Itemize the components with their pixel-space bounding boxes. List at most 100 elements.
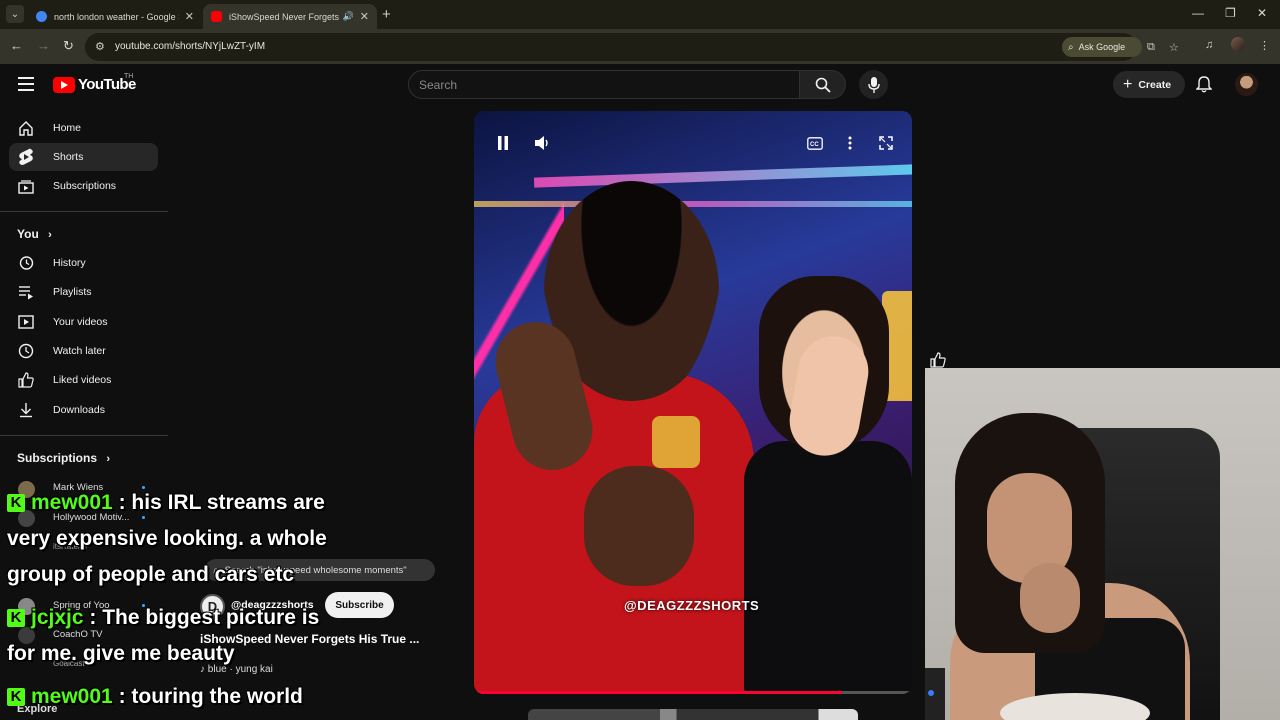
close-tab-icon[interactable]: ✕ (185, 10, 194, 23)
lens-icon: ⌕ (1068, 41, 1074, 53)
sidebar-item-label: Playlists (53, 286, 92, 298)
notifications-icon[interactable] (1195, 76, 1213, 98)
liked-videos-icon (17, 371, 35, 389)
svg-text:CC: CC (810, 142, 819, 148)
captions-button[interactable]: CC (801, 131, 829, 155)
sidebar-item-label: Liked videos (53, 374, 112, 386)
search-button[interactable] (800, 70, 846, 99)
tab-search-button[interactable]: ⌄ (6, 5, 24, 23)
browser-profile-avatar[interactable] (1231, 37, 1245, 51)
new-tab-icon[interactable]: + (382, 6, 391, 23)
kick-icon: K (7, 494, 25, 512)
chevron-right-icon: › (48, 229, 52, 241)
chevron-right-icon: › (106, 453, 111, 465)
sidebar-item-shorts[interactable]: Shorts (9, 143, 158, 171)
you-heading-label: You (17, 227, 39, 241)
chat-username: mew001 (31, 685, 113, 708)
subscribe-label: Subscribe (335, 599, 384, 611)
sidebar-divider (0, 435, 168, 436)
create-button[interactable]: + Create (1113, 71, 1185, 98)
install-app-icon[interactable]: ⧉ (1147, 41, 1155, 54)
browser-tab-active[interactable]: iShowSpeed Never Forgets His True ... 🔊 … (203, 4, 377, 29)
tab-title: iShowSpeed Never Forgets His True ... (229, 11, 339, 22)
volume-button[interactable] (528, 131, 556, 155)
forward-icon[interactable]: → (37, 38, 50, 53)
video-progress-bar[interactable] (474, 691, 912, 694)
tab-title: north london weather - Google Search (54, 11, 179, 22)
sidebar-item-home[interactable]: Home (9, 114, 158, 142)
url-text: youtube.com/shorts/NYjLwZT-yIM (115, 41, 266, 52)
youtube-play-icon (53, 76, 75, 93)
sidebar-item-your-videos[interactable]: Your videos (9, 308, 158, 336)
more-options-button[interactable] (836, 131, 864, 155)
video-person-shirt (744, 441, 912, 694)
video-person-hand (584, 466, 694, 586)
browser-toolbar: ← → ↻ ⚙ youtube.com/shorts/NYjLwZT-yIM ⌕… (0, 29, 1280, 64)
video-neon-light (474, 201, 912, 207)
chat-text: : The biggest picture is (89, 606, 320, 629)
sidebar-item-playlists[interactable]: Playlists (9, 278, 158, 306)
browser-tab-strip: ⌄ north london weather - Google Search ✕… (0, 0, 1280, 29)
subscriptions-icon (17, 177, 35, 195)
chat-message: Kjcjxjc : The biggest picture is for me.… (7, 600, 319, 672)
sidebar-item-label: Your videos (53, 316, 108, 328)
sidebar-item-subscriptions[interactable]: Subscriptions (9, 172, 158, 200)
subscribe-button[interactable]: Subscribe (325, 592, 394, 618)
ask-google-button[interactable]: ⌕ Ask Google (1062, 37, 1142, 57)
chat-text: : his IRL streams are (118, 491, 325, 514)
subscriptions-heading-label: Subscriptions (17, 451, 98, 465)
screen: ⌄ north london weather - Google Search ✕… (0, 0, 1280, 720)
plus-icon: + (1123, 75, 1133, 93)
webcam-person-arm (1020, 563, 1080, 633)
fullscreen-icon (879, 136, 893, 150)
video-club-crest (652, 416, 700, 468)
watch-later-icon (17, 342, 35, 360)
close-window-icon[interactable]: ✕ (1257, 6, 1267, 20)
chat-text: very expensive looking. a whole (7, 527, 327, 550)
pause-icon (498, 136, 508, 150)
create-label: Create (1138, 78, 1172, 91)
fullscreen-button[interactable] (872, 131, 900, 155)
bookmark-star-icon[interactable]: ☆ (1169, 41, 1179, 54)
search-icon (815, 77, 831, 93)
subscriptions-section-heading[interactable]: Subscriptions › (17, 451, 110, 465)
site-info-icon[interactable]: ⚙ (95, 40, 105, 53)
microphone-icon (867, 76, 880, 93)
sidebar-item-history[interactable]: History (9, 249, 158, 277)
address-bar[interactable]: ⚙ youtube.com/shorts/NYjLwZT-yIM ⌕ Ask G… (85, 33, 1179, 61)
media-controls-icon[interactable]: ♫ (1205, 39, 1213, 51)
back-icon[interactable]: ← (10, 38, 23, 53)
browser-tab[interactable]: north london weather - Google Search ✕ (28, 4, 202, 29)
pause-button[interactable] (489, 131, 517, 155)
ask-google-label: Ask Google (1078, 42, 1126, 52)
restore-icon[interactable]: ❐ (1225, 6, 1236, 20)
shorts-icon (17, 148, 35, 166)
chat-username: jcjxjc (31, 606, 84, 629)
close-tab-icon[interactable]: ✕ (360, 10, 369, 23)
sidebar-item-liked-videos[interactable]: Liked videos (9, 366, 158, 394)
guide-menu-icon[interactable] (18, 77, 34, 91)
chat-message: Kmew001 : his IRL streams are very expen… (7, 485, 327, 593)
sidebar-item-downloads[interactable]: Downloads (9, 396, 158, 424)
account-avatar[interactable] (1235, 73, 1258, 96)
next-short-preview[interactable] (528, 709, 858, 720)
voice-search-button[interactable] (859, 70, 888, 99)
playlists-icon (17, 283, 35, 301)
history-icon (17, 254, 35, 272)
tab-audio-icon[interactable]: 🔊 (343, 11, 354, 22)
webcam-mic-light (928, 690, 934, 696)
reload-icon[interactable]: ↻ (63, 38, 74, 54)
you-section-heading[interactable]: You › (17, 227, 52, 241)
kick-icon: K (7, 609, 25, 627)
sidebar-item-label: Watch later (53, 345, 106, 357)
minimize-icon[interactable]: — (1192, 6, 1204, 20)
browser-menu-icon[interactable]: ⋮ (1259, 39, 1270, 52)
google-favicon-icon (36, 11, 47, 22)
chat-text: : touring the world (118, 685, 303, 708)
search-input[interactable]: Search (408, 70, 800, 99)
chat-text: for me. give me beauty (7, 642, 235, 665)
sidebar-item-watch-later[interactable]: Watch later (9, 337, 158, 365)
shorts-video-player[interactable]: @DEAGZZZSHORTS CC (474, 111, 912, 694)
youtube-favicon-icon (211, 11, 222, 22)
sidebar-item-label: Home (53, 122, 82, 134)
